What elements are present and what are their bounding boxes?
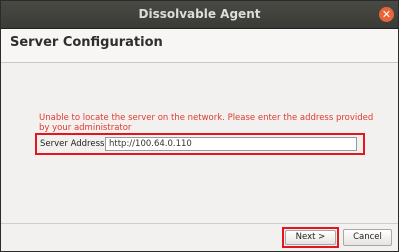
- cancel-button[interactable]: Cancel: [343, 229, 392, 246]
- window-title: Dissolvable Agent: [138, 7, 261, 21]
- dialog-header: Server Configuration: [1, 29, 398, 63]
- error-message: Unable to locate the server on the netwo…: [39, 113, 374, 133]
- next-button-highlight: Next >: [282, 227, 339, 248]
- server-address-label: Server Address: [40, 139, 105, 149]
- footer-divider: [1, 223, 398, 224]
- server-address-row: Server Address: [35, 133, 365, 155]
- title-bar[interactable]: Dissolvable Agent ✕: [1, 1, 398, 29]
- close-button[interactable]: ✕: [379, 7, 394, 22]
- dialog-window: Dissolvable Agent ✕ Server Configuration…: [0, 0, 399, 252]
- next-button[interactable]: Next >: [285, 230, 336, 245]
- close-icon: ✕: [381, 8, 392, 21]
- server-address-input[interactable]: [105, 137, 357, 151]
- page-title: Server Configuration: [10, 35, 163, 50]
